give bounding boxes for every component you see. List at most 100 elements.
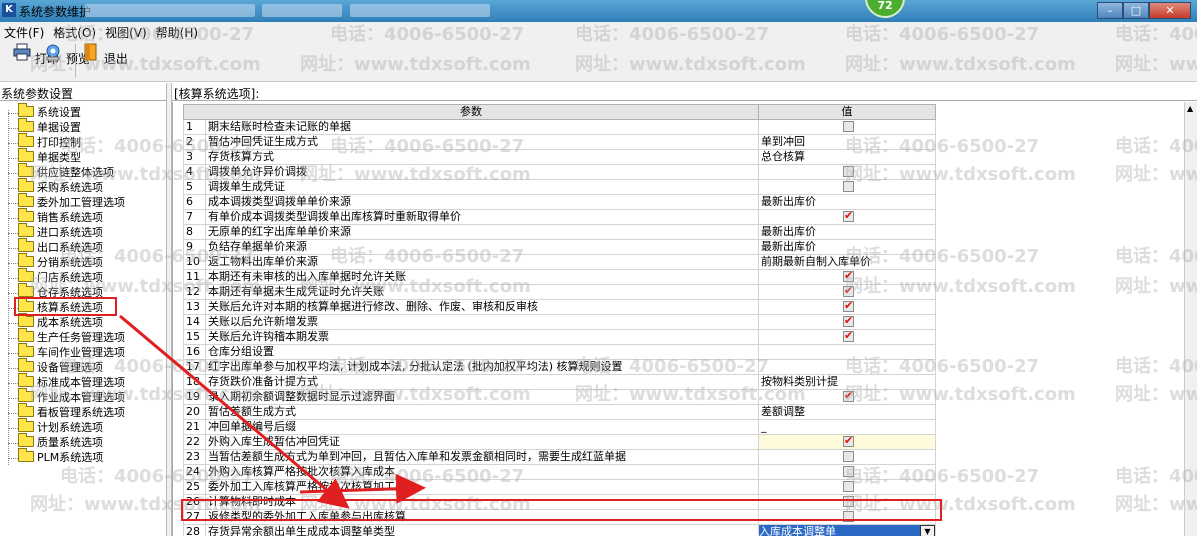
checked-checkbox[interactable] xyxy=(843,301,854,313)
param-value[interactable] xyxy=(758,329,936,345)
minimize-icon[interactable]: – xyxy=(1097,2,1123,19)
tree-item[interactable]: 设备管理选项 xyxy=(18,358,103,375)
checked-checkbox[interactable] xyxy=(843,436,854,448)
tree-item[interactable]: 计划系统选项 xyxy=(18,418,103,435)
table-row[interactable]: 25 委外加工入库核算严格按批次核算加工费 xyxy=(183,479,936,495)
table-row[interactable]: 14 关账以后允许新增发票 xyxy=(183,314,936,330)
table-row[interactable]: 7 有单价成本调拨类型调拨单出库核算时重新取得单价 xyxy=(183,209,936,225)
menu-file[interactable]: 文件(F) xyxy=(0,22,49,40)
table-row[interactable]: 24 外购入库核算严格按批次核算入库成本 xyxy=(183,464,936,480)
tree-item[interactable]: 标准成本管理选项 xyxy=(18,373,125,390)
param-value[interactable]: 最新出库价 xyxy=(758,194,936,210)
param-value[interactable] xyxy=(758,299,936,315)
tree-item[interactable]: 打印控制 xyxy=(18,133,81,150)
maximize-icon[interactable]: □ xyxy=(1123,2,1149,19)
checkbox[interactable] xyxy=(843,121,854,132)
param-value[interactable] xyxy=(758,389,936,405)
tree-item[interactable]: 进口系统选项 xyxy=(18,223,103,240)
param-value[interactable]: _ xyxy=(758,419,936,435)
tree-item[interactable]: 单据类型 xyxy=(18,148,81,165)
checkbox[interactable] xyxy=(843,511,854,522)
param-value[interactable] xyxy=(758,434,936,450)
checkbox[interactable] xyxy=(843,481,854,492)
tree-item[interactable]: 委外加工管理选项 xyxy=(18,193,125,210)
param-value[interactable]: 按物料类别计提 xyxy=(758,374,936,390)
menu-view[interactable]: 视图(V) xyxy=(101,22,152,40)
column-header-value[interactable]: 值 xyxy=(758,104,936,120)
param-value[interactable]: 单到冲回 xyxy=(758,134,936,150)
param-value[interactable] xyxy=(758,314,936,330)
table-row[interactable]: 10 返工物料出库单价来源 前期最新自制入库单价 xyxy=(183,254,936,270)
param-value[interactable] xyxy=(758,464,936,480)
param-value[interactable] xyxy=(758,494,936,510)
checked-checkbox[interactable] xyxy=(843,331,854,343)
table-row[interactable]: 6 成本调拨类型调拨单单价来源 最新出库价 xyxy=(183,194,936,210)
menu-help[interactable]: 帮助(H) xyxy=(152,22,203,40)
table-row[interactable]: 4 调拨单允许异价调拨 xyxy=(183,164,936,180)
tree-item[interactable]: 作业成本管理选项 xyxy=(18,388,125,405)
table-row[interactable]: 22 外购入库生成暂估冲回凭证 xyxy=(183,434,936,450)
param-value[interactable]: 最新出库价 xyxy=(758,239,936,255)
checked-checkbox[interactable] xyxy=(843,211,854,223)
table-row[interactable]: 27 返修类型的委外加工入库单参与出库核算 xyxy=(183,509,936,525)
chevron-down-icon[interactable]: ▼ xyxy=(920,525,935,536)
tree-item[interactable]: PLM系统选项 xyxy=(18,448,103,465)
notification-badge[interactable]: 72 xyxy=(865,0,905,18)
vertical-scrollbar[interactable]: ▲ xyxy=(1184,102,1197,536)
table-row[interactable]: 1 期末结账时检查未记账的单据 xyxy=(183,119,936,135)
checked-checkbox[interactable] xyxy=(843,271,854,283)
table-row[interactable]: 17 红字出库单参与加权平均法, 计划成本法, 分批认定法 (批内加权平均法) 核… xyxy=(183,359,936,375)
tree-item[interactable]: 看板管理系统选项 xyxy=(18,403,125,420)
table-row[interactable]: 21 冲回单据编号后缀 _ xyxy=(183,419,936,435)
checked-checkbox[interactable] xyxy=(843,316,854,328)
param-value[interactable] xyxy=(758,359,936,375)
table-row[interactable]: 12 本期还有单据未生成凭证时允许关账 xyxy=(183,284,936,300)
table-row[interactable]: 13 关账后允许对本期的核算单据进行修改、删除、作废、审核和反审核 xyxy=(183,299,936,315)
param-value[interactable]: 入库成本调整单 ▼ xyxy=(758,524,936,536)
table-row[interactable]: 2 暂估冲回凭证生成方式 单到冲回 xyxy=(183,134,936,150)
tree-item[interactable]: 车间作业管理选项 xyxy=(18,343,125,360)
tree-item[interactable]: 质量系统选项 xyxy=(18,433,103,450)
table-row[interactable]: 18 存货跌价准备计提方式 按物料类别计提 xyxy=(183,374,936,390)
tree-item[interactable]: 出口系统选项 xyxy=(18,238,103,255)
table-row[interactable]: 3 存货核算方式 总仓核算 xyxy=(183,149,936,165)
tree-item[interactable]: 成本系统选项 xyxy=(18,313,103,330)
param-value[interactable] xyxy=(758,209,936,225)
table-row[interactable]: 16 仓库分组设置 xyxy=(183,344,936,360)
param-value[interactable] xyxy=(758,284,936,300)
param-value[interactable] xyxy=(758,164,936,180)
tree-item[interactable]: 单据设置 xyxy=(18,118,81,135)
param-value[interactable] xyxy=(758,179,936,195)
exit-button[interactable]: 退出 xyxy=(82,43,128,67)
checkbox[interactable] xyxy=(843,466,854,477)
menu-format[interactable]: 格式(O) xyxy=(49,22,101,40)
close-icon[interactable]: ✕ xyxy=(1149,2,1191,19)
table-row[interactable]: 20 暂估差额生成方式 差额调整 xyxy=(183,404,936,420)
tree-item[interactable]: 门店系统选项 xyxy=(18,268,103,285)
tree-item[interactable]: 生产任务管理选项 xyxy=(18,328,125,345)
param-value[interactable]: 总仓核算 xyxy=(758,149,936,165)
checked-checkbox[interactable] xyxy=(843,286,854,298)
scroll-up-icon[interactable]: ▲ xyxy=(1187,104,1193,113)
checkbox[interactable] xyxy=(843,166,854,177)
param-value[interactable] xyxy=(758,509,936,525)
param-value[interactable] xyxy=(758,479,936,495)
table-row[interactable]: 19 录入期初余额调整数据时显示过滤界面 xyxy=(183,389,936,405)
tree-item[interactable]: 系统设置 xyxy=(18,103,81,120)
checked-checkbox[interactable] xyxy=(843,391,854,403)
tree-item[interactable]: 采购系统选项 xyxy=(18,178,103,195)
param-value[interactable]: 差额调整 xyxy=(758,404,936,420)
checkbox[interactable] xyxy=(843,181,854,192)
param-value[interactable] xyxy=(758,449,936,465)
tree-item[interactable]: 核算系统选项 xyxy=(18,298,103,315)
table-row[interactable]: 9 负结存单据单价来源 最新出库价 xyxy=(183,239,936,255)
param-value[interactable]: 前期最新自制入库单价 xyxy=(758,254,936,270)
table-row[interactable]: 28 存货异常余额出单生成成本调整单类型 入库成本调整单 ▼ xyxy=(183,524,936,536)
table-row[interactable]: 15 关账后允许钩稽本期发票 xyxy=(183,329,936,345)
param-value[interactable] xyxy=(758,344,936,360)
table-row[interactable]: 8 无原单的红字出库单单价来源 最新出库价 xyxy=(183,224,936,240)
tree-item[interactable]: 分销系统选项 xyxy=(18,253,103,270)
tree-item[interactable]: 供应链整体选项 xyxy=(18,163,114,180)
tree-item[interactable]: 仓存系统选项 xyxy=(18,283,103,300)
table-row[interactable]: 23 当暂估差额生成方式为单到冲回，且暂估入库单和发票金额相同时，需要生成红蓝单据 xyxy=(183,449,936,465)
